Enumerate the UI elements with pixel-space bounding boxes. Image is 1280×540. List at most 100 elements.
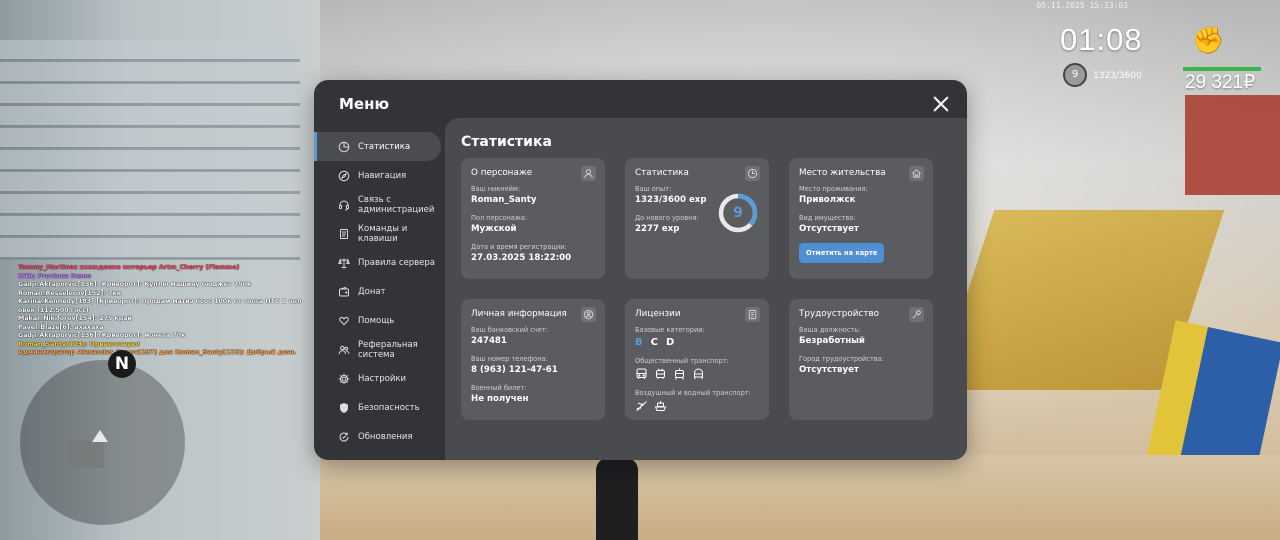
position-value: Безработный (799, 336, 865, 346)
level-number: 9 (733, 205, 743, 221)
sidebar-item-label: Помощь (358, 315, 395, 326)
house-icon (909, 166, 924, 181)
gender-label: Пол персонажа: (471, 214, 528, 222)
license-category-b: B (635, 337, 643, 348)
hud-datetime: 05.11.2025 15:33:03 (1036, 1, 1128, 10)
sidebar-item-8[interactable]: Реферальная система (314, 335, 445, 364)
air-water-transport-label: Воздушный и водный транспорт: (635, 389, 751, 397)
sidebar-item-4[interactable]: Команды и клавиши (314, 219, 445, 248)
sidebar-item-label: Команды и клавиши (358, 223, 408, 244)
sidebar-item-3[interactable]: Связь с администрацией (314, 190, 445, 219)
metro-icon (692, 368, 705, 380)
chat-line: Gadji_Akraporvic[136] [Криворот]: Куплю … (18, 281, 252, 288)
mark-on-map-button[interactable]: Отметить на карте (799, 243, 885, 263)
sidebar-item-10[interactable]: Безопасность (314, 393, 445, 422)
sidebar-item-11[interactable]: Обновления (314, 422, 445, 451)
nickname-value: Roman_Santy (471, 195, 537, 205)
compass-icon (338, 170, 350, 182)
card-licenses: Лицензии Базовые категории: BCD Обществе… (625, 299, 769, 420)
sidebar-item-label: Связь с администрацией (358, 194, 435, 215)
gear-icon (338, 373, 350, 385)
registration-value: 27.03.2025 18:22:00 (471, 253, 572, 263)
card-title: О персонаже (471, 168, 533, 178)
sidebar-item-9[interactable]: Настройки (314, 364, 445, 393)
chat-line: Makar_Nikiforov[154]: 275 край (18, 315, 132, 322)
minimap-north-indicator: N (108, 350, 136, 378)
hud-money: 29 321₽ (1185, 72, 1256, 93)
background-shelves (0, 40, 300, 260)
close-icon[interactable] (932, 95, 950, 113)
position-label: Ваша должность: (799, 326, 861, 334)
hud-level-badge: 9 (1063, 63, 1087, 87)
users-icon (338, 344, 350, 356)
player-character (596, 458, 638, 540)
sidebar-item-label: Безопасность (358, 402, 420, 413)
boat-icon (654, 400, 667, 412)
sidebar-item-label: Обновления (358, 431, 413, 442)
airplane-icon (635, 400, 648, 412)
military-label: Военный билет: (471, 384, 527, 392)
sidebar-item-5[interactable]: Правила сервера (314, 248, 445, 277)
sidebar-item-1[interactable]: Статистика (314, 132, 441, 161)
sidebar-item-label: Навигация (358, 170, 407, 181)
scales-icon (338, 257, 350, 269)
refresh-icon (338, 431, 350, 443)
sidebar-item-6[interactable]: Донат (314, 277, 445, 306)
heart-hand-icon (338, 315, 350, 327)
chat-line: Roman_Santy[123]: Приветствую! (18, 340, 141, 348)
nickname-label: Ваш никнейм: (471, 185, 521, 193)
card-title: Трудоустройство (799, 309, 880, 319)
public-transport-label: Общественный транспорт: (635, 357, 729, 365)
chat-line: овек (112.500 госс) (18, 306, 89, 314)
base-categories-label: Базовые категории: (635, 326, 705, 334)
sidebar-item-2[interactable]: Навигация (314, 161, 445, 190)
hud-clock: 01:08 (1060, 22, 1143, 57)
military-value: Не получен (471, 394, 529, 404)
card-title: Статистика (635, 168, 689, 178)
property-value: Отсутствует (799, 224, 859, 234)
card-character: О персонаже Ваш никнейм: Roman_Santy Пол… (461, 158, 605, 279)
sidebar-item-7[interactable]: Помощь (314, 306, 445, 335)
license-category-d: D (665, 337, 675, 348)
user-circle-icon (581, 307, 596, 322)
document-icon (338, 228, 350, 240)
card-title: Лицензии (635, 309, 681, 319)
card-residence: Место жительства Место проживания: Приво… (789, 158, 933, 279)
sidebar-item-label: Донат (358, 286, 386, 297)
bank-value: 247481 (471, 336, 507, 346)
shield-icon (338, 402, 350, 414)
sidebar-item-label: Настройки (358, 373, 407, 384)
trolleybus-icon (654, 368, 667, 380)
phone-value: 8 (963) 121-47-61 (471, 365, 558, 375)
card-title: Личная информация (471, 309, 567, 319)
sidebar-item-label: Правила сервера (358, 257, 436, 268)
card-title: Место жительства (799, 168, 886, 178)
hud-exp: 1323/3600 (1093, 71, 1142, 81)
background-red-wall (1185, 95, 1280, 195)
minimap-player-marker (92, 430, 108, 442)
license-categories: BCD (635, 337, 759, 348)
person-icon (581, 166, 596, 181)
menu-window: Меню Статистика Навигация Связь с админист… (314, 80, 967, 460)
content-title: Статистика (461, 134, 552, 150)
content-panel: Статистика О персонаже Ваш никнейм: Roma… (445, 118, 967, 460)
tram-icon (673, 368, 686, 380)
fist-icon: ✊ (1192, 26, 1225, 56)
card-job: Трудоустройство Ваша должность: Безработ… (789, 299, 933, 420)
hammer-icon (909, 307, 924, 322)
chat-line: Администратор Alexander_Zonov[187] для R… (18, 349, 296, 356)
chat-line: Tommy_Martinez вхождение интерьер Artm_C… (18, 264, 240, 271)
bank-label: Ваш банковский счет: (471, 326, 548, 334)
chat-line: Gadji_Akraporvic[136] [Криворот]: монета… (18, 332, 186, 339)
card-stats: Статистика Ваш опыт: 1323/3600 exp До но… (625, 158, 769, 279)
bus-icon (635, 368, 648, 380)
chat-log: Tommy_Martinez вхождение интерьер Artm_C… (18, 264, 318, 358)
chat-line: Pavel_Blaze[6]: ахахаха (18, 323, 104, 331)
residence-label: Место проживания: (799, 185, 868, 193)
phone-label: Ваш номер телефона: (471, 355, 548, 363)
job-city-label: Город трудоустройства: (799, 355, 884, 363)
card-personal: Личная информация Ваш банковский счет: 2… (461, 299, 605, 420)
air-water-transport-icons (635, 400, 759, 412)
headset-icon (338, 199, 350, 211)
public-transport-icons (635, 368, 759, 380)
